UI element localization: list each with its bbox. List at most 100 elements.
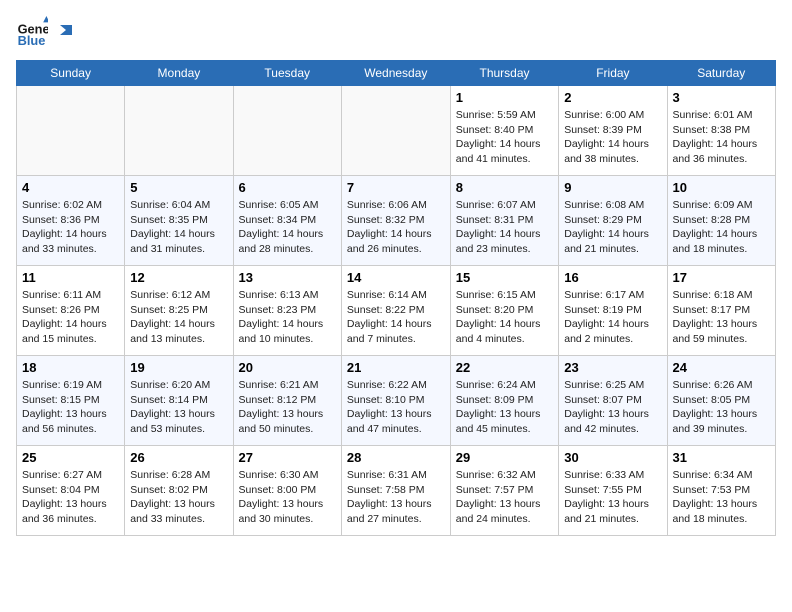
day-of-week-header: Wednesday bbox=[341, 61, 450, 86]
day-info: Sunrise: 6:12 AM Sunset: 8:25 PM Dayligh… bbox=[130, 288, 227, 347]
day-number: 18 bbox=[22, 360, 119, 375]
calendar-cell: 22 Sunrise: 6:24 AM Sunset: 8:09 PM Dayli… bbox=[450, 356, 558, 446]
day-number: 24 bbox=[673, 360, 770, 375]
day-number: 1 bbox=[456, 90, 553, 105]
day-info: Sunrise: 6:01 AM Sunset: 8:38 PM Dayligh… bbox=[673, 108, 770, 167]
day-info: Sunrise: 6:32 AM Sunset: 7:57 PM Dayligh… bbox=[456, 468, 553, 527]
calendar-cell: 12 Sunrise: 6:12 AM Sunset: 8:25 PM Dayli… bbox=[125, 266, 233, 356]
day-info: Sunrise: 6:06 AM Sunset: 8:32 PM Dayligh… bbox=[347, 198, 445, 257]
day-info: Sunrise: 6:25 AM Sunset: 8:07 PM Dayligh… bbox=[564, 378, 661, 437]
day-number: 10 bbox=[673, 180, 770, 195]
calendar-cell: 6 Sunrise: 6:05 AM Sunset: 8:34 PM Daylig… bbox=[233, 176, 341, 266]
day-number: 16 bbox=[564, 270, 661, 285]
day-info: Sunrise: 6:11 AM Sunset: 8:26 PM Dayligh… bbox=[22, 288, 119, 347]
calendar-cell: 8Sunrise: 6:07 AM Sunset: 8:31 PM Daylig… bbox=[450, 176, 558, 266]
calendar-cell: 23 Sunrise: 6:25 AM Sunset: 8:07 PM Dayli… bbox=[559, 356, 667, 446]
day-of-week-header: Tuesday bbox=[233, 61, 341, 86]
calendar-cell: 28 Sunrise: 6:31 AM Sunset: 7:58 PM Dayli… bbox=[341, 446, 450, 536]
calendar-cell: 18 Sunrise: 6:19 AM Sunset: 8:15 PM Dayli… bbox=[17, 356, 125, 446]
calendar-cell: 14 Sunrise: 6:14 AM Sunset: 8:22 PM Dayli… bbox=[341, 266, 450, 356]
day-number: 12 bbox=[130, 270, 227, 285]
day-of-week-header: Monday bbox=[125, 61, 233, 86]
calendar-cell: 7Sunrise: 6:06 AM Sunset: 8:32 PM Daylig… bbox=[341, 176, 450, 266]
day-info: Sunrise: 6:31 AM Sunset: 7:58 PM Dayligh… bbox=[347, 468, 445, 527]
day-of-week-header: Thursday bbox=[450, 61, 558, 86]
calendar-cell: 1 Sunrise: 5:59 AM Sunset: 8:40 PM Daylig… bbox=[450, 86, 558, 176]
calendar-cell: 19 Sunrise: 6:20 AM Sunset: 8:14 PM Dayli… bbox=[125, 356, 233, 446]
svg-text:Blue: Blue bbox=[18, 33, 46, 48]
day-info: Sunrise: 6:04 AM Sunset: 8:35 PM Dayligh… bbox=[130, 198, 227, 257]
calendar-cell: 11 Sunrise: 6:11 AM Sunset: 8:26 PM Dayli… bbox=[17, 266, 125, 356]
day-info: Sunrise: 5:59 AM Sunset: 8:40 PM Dayligh… bbox=[456, 108, 553, 167]
day-info: Sunrise: 6:02 AM Sunset: 8:36 PM Dayligh… bbox=[22, 198, 119, 257]
day-info: Sunrise: 6:15 AM Sunset: 8:20 PM Dayligh… bbox=[456, 288, 553, 347]
calendar-table: SundayMondayTuesdayWednesdayThursdayFrid… bbox=[16, 60, 776, 536]
day-number: 28 bbox=[347, 450, 445, 465]
day-number: 30 bbox=[564, 450, 661, 465]
logo-arrow-icon bbox=[54, 25, 72, 43]
logo-icon: General Blue bbox=[16, 16, 48, 48]
calendar-header-row: SundayMondayTuesdayWednesdayThursdayFrid… bbox=[17, 61, 776, 86]
day-info: Sunrise: 6:20 AM Sunset: 8:14 PM Dayligh… bbox=[130, 378, 227, 437]
day-info: Sunrise: 6:09 AM Sunset: 8:28 PM Dayligh… bbox=[673, 198, 770, 257]
day-info: Sunrise: 6:14 AM Sunset: 8:22 PM Dayligh… bbox=[347, 288, 445, 347]
calendar-cell: 25 Sunrise: 6:27 AM Sunset: 8:04 PM Dayli… bbox=[17, 446, 125, 536]
calendar-cell: 5Sunrise: 6:04 AM Sunset: 8:35 PM Daylig… bbox=[125, 176, 233, 266]
calendar-cell: 3 Sunrise: 6:01 AM Sunset: 8:38 PM Daylig… bbox=[667, 86, 775, 176]
day-info: Sunrise: 6:24 AM Sunset: 8:09 PM Dayligh… bbox=[456, 378, 553, 437]
day-number: 2 bbox=[564, 90, 661, 105]
day-number: 3 bbox=[673, 90, 770, 105]
day-of-week-header: Friday bbox=[559, 61, 667, 86]
day-info: Sunrise: 6:13 AM Sunset: 8:23 PM Dayligh… bbox=[239, 288, 336, 347]
day-info: Sunrise: 6:34 AM Sunset: 7:53 PM Dayligh… bbox=[673, 468, 770, 527]
day-number: 27 bbox=[239, 450, 336, 465]
calendar-cell bbox=[125, 86, 233, 176]
calendar-cell: 30Sunrise: 6:33 AM Sunset: 7:55 PM Dayli… bbox=[559, 446, 667, 536]
calendar-week-row: 18 Sunrise: 6:19 AM Sunset: 8:15 PM Dayli… bbox=[17, 356, 776, 446]
day-number: 21 bbox=[347, 360, 445, 375]
calendar-cell: 21 Sunrise: 6:22 AM Sunset: 8:10 PM Dayli… bbox=[341, 356, 450, 446]
calendar-cell bbox=[233, 86, 341, 176]
day-info: Sunrise: 6:18 AM Sunset: 8:17 PM Dayligh… bbox=[673, 288, 770, 347]
calendar-cell: 4 Sunrise: 6:02 AM Sunset: 8:36 PM Daylig… bbox=[17, 176, 125, 266]
calendar-cell: 13 Sunrise: 6:13 AM Sunset: 8:23 PM Dayli… bbox=[233, 266, 341, 356]
calendar-cell: 15 Sunrise: 6:15 AM Sunset: 8:20 PM Dayli… bbox=[450, 266, 558, 356]
day-info: Sunrise: 6:00 AM Sunset: 8:39 PM Dayligh… bbox=[564, 108, 661, 167]
calendar-week-row: 1 Sunrise: 5:59 AM Sunset: 8:40 PM Daylig… bbox=[17, 86, 776, 176]
calendar-cell: 26Sunrise: 6:28 AM Sunset: 8:02 PM Dayli… bbox=[125, 446, 233, 536]
calendar-cell: 2 Sunrise: 6:00 AM Sunset: 8:39 PM Daylig… bbox=[559, 86, 667, 176]
day-number: 19 bbox=[130, 360, 227, 375]
day-number: 22 bbox=[456, 360, 553, 375]
logo: General Blue bbox=[16, 16, 72, 48]
day-number: 9 bbox=[564, 180, 661, 195]
day-number: 17 bbox=[673, 270, 770, 285]
day-number: 29 bbox=[456, 450, 553, 465]
day-number: 15 bbox=[456, 270, 553, 285]
day-number: 6 bbox=[239, 180, 336, 195]
day-info: Sunrise: 6:05 AM Sunset: 8:34 PM Dayligh… bbox=[239, 198, 336, 257]
day-info: Sunrise: 6:21 AM Sunset: 8:12 PM Dayligh… bbox=[239, 378, 336, 437]
day-of-week-header: Sunday bbox=[17, 61, 125, 86]
calendar-cell: 27Sunrise: 6:30 AM Sunset: 8:00 PM Dayli… bbox=[233, 446, 341, 536]
calendar-week-row: 25 Sunrise: 6:27 AM Sunset: 8:04 PM Dayli… bbox=[17, 446, 776, 536]
day-info: Sunrise: 6:19 AM Sunset: 8:15 PM Dayligh… bbox=[22, 378, 119, 437]
calendar-cell bbox=[341, 86, 450, 176]
day-number: 14 bbox=[347, 270, 445, 285]
day-number: 11 bbox=[22, 270, 119, 285]
day-number: 26 bbox=[130, 450, 227, 465]
day-info: Sunrise: 6:26 AM Sunset: 8:05 PM Dayligh… bbox=[673, 378, 770, 437]
day-number: 13 bbox=[239, 270, 336, 285]
day-number: 31 bbox=[673, 450, 770, 465]
day-number: 25 bbox=[22, 450, 119, 465]
calendar-cell bbox=[17, 86, 125, 176]
day-number: 8 bbox=[456, 180, 553, 195]
day-number: 4 bbox=[22, 180, 119, 195]
calendar-cell: 31 Sunrise: 6:34 AM Sunset: 7:53 PM Dayli… bbox=[667, 446, 775, 536]
day-of-week-header: Saturday bbox=[667, 61, 775, 86]
day-info: Sunrise: 6:22 AM Sunset: 8:10 PM Dayligh… bbox=[347, 378, 445, 437]
day-number: 23 bbox=[564, 360, 661, 375]
page-header: General Blue bbox=[16, 16, 776, 48]
calendar-cell: 20Sunrise: 6:21 AM Sunset: 8:12 PM Dayli… bbox=[233, 356, 341, 446]
day-info: Sunrise: 6:27 AM Sunset: 8:04 PM Dayligh… bbox=[22, 468, 119, 527]
day-info: Sunrise: 6:17 AM Sunset: 8:19 PM Dayligh… bbox=[564, 288, 661, 347]
